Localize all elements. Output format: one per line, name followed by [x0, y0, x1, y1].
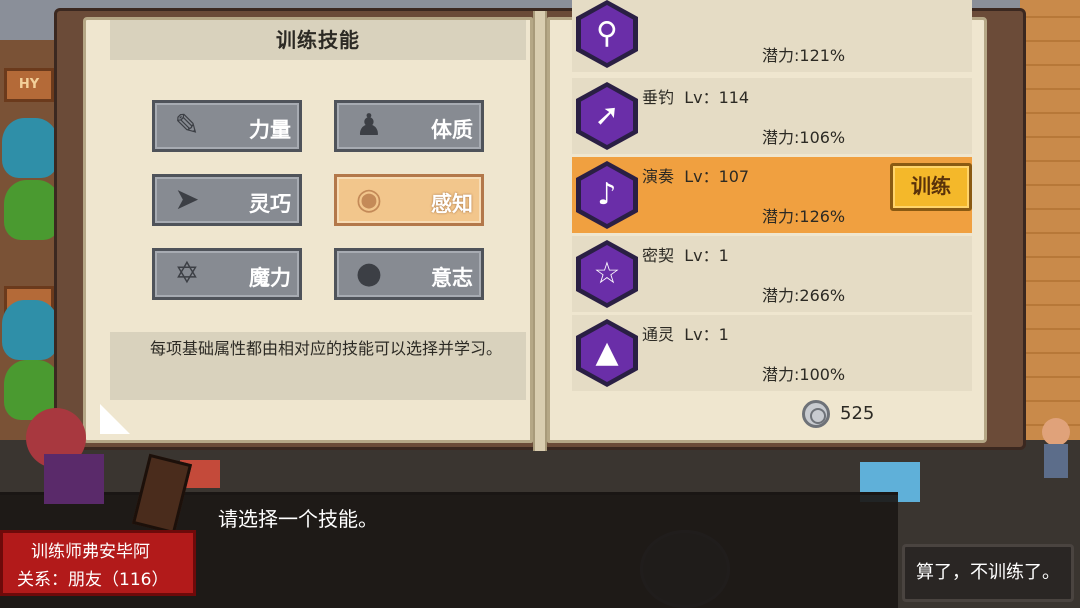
skill-row-fishing[interactable]: ➚ 垂钓 Lv：114 潜力:106% [572, 78, 972, 154]
eye-icon: ◉ [355, 182, 383, 217]
attr-button-will[interactable]: ● 意志 [334, 248, 484, 300]
skill-row[interactable]: ⚲ 潜力:121% [572, 0, 972, 72]
coin-icon [802, 400, 830, 428]
head-icon: ● [355, 256, 383, 291]
panel-title: 训练技能 [110, 20, 526, 60]
attr-button-perception[interactable]: ◉ 感知 [334, 174, 484, 226]
npc-name: 训练师弗安毕阿 [31, 542, 150, 562]
skill-name: 演奏 [642, 167, 675, 186]
panel-description: 每项基础属性都由相对应的技能可以选择并学习。 [110, 332, 526, 400]
dialog-text: 请选择一个技能。 [218, 507, 378, 531]
skill-potential: 潜力:266% [762, 286, 846, 305]
hexagram-icon: ✡ [174, 256, 200, 291]
skill-name-level: 垂钓 Lv：114 [642, 84, 749, 108]
skill-icon-frame: ▲ [576, 319, 638, 387]
panel-title-text: 训练技能 [276, 28, 360, 52]
music-note-icon: ♪ [581, 166, 633, 224]
skill-name: 通灵 [642, 325, 675, 344]
torso-icon: ♟ [355, 108, 383, 143]
attr-label: 灵巧 [249, 192, 291, 216]
cancel-training-button[interactable]: 算了，不训练了。 [902, 544, 1074, 602]
skill-potential: 潜力:100% [762, 365, 846, 384]
skill-name-level: 演奏 Lv：107 [642, 163, 749, 187]
skill-level: Lv：114 [684, 88, 750, 107]
skill-name-level: 通灵 Lv：1 [642, 321, 729, 345]
description-text: 每项基础属性都由相对应的技能可以选择并学习。 [150, 339, 503, 358]
fishing-rod-icon: ➚ [581, 87, 633, 145]
attr-button-constitution[interactable]: ♟ 体质 [334, 100, 484, 152]
npc-portrait [26, 408, 106, 504]
npc-name-plate: 训练师弗安毕阿 关系：朋友（116） [0, 530, 196, 596]
skill-level: Lv：1 [684, 246, 729, 265]
skill-icon-frame: ☆ [576, 240, 638, 308]
villager-body [1044, 444, 1068, 478]
villager-character [1036, 418, 1076, 480]
triforce-icon: ▲ [581, 324, 633, 382]
shop-sign: HY [4, 68, 54, 102]
skill-level: Lv：1 [684, 325, 729, 344]
skill-row-performance[interactable]: ♪ 演奏 Lv：107 潜力:126% 训练 [572, 157, 972, 233]
runner-icon: ➤ [174, 182, 200, 217]
tree-icon [2, 118, 58, 178]
skill-icon-frame: ➚ [576, 82, 638, 150]
skill-row-spiritualism[interactable]: ▲ 通灵 Lv：1 潜力:100% [572, 315, 972, 391]
attr-button-strength[interactable]: ✎ 力量 [152, 100, 302, 152]
skill-icon-frame: ♪ [576, 161, 638, 229]
currency-value: 525 [840, 403, 875, 424]
attr-button-magic[interactable]: ✡ 魔力 [152, 248, 302, 300]
skill-potential: 潜力:106% [762, 128, 846, 147]
npc-relation: 关系：朋友（116） [17, 570, 169, 590]
skill-icon-frame: ⚲ [576, 0, 638, 68]
skill-name: 垂钓 [642, 88, 675, 107]
villager-head [1042, 418, 1070, 446]
skill-potential: 潜力:126% [762, 207, 846, 226]
attr-button-dexterity[interactable]: ➤ 灵巧 [152, 174, 302, 226]
skill-row-mysticism[interactable]: ☆ 密契 Lv：1 潜力:266% [572, 236, 972, 312]
skill-name-level: 密契 Lv：1 [642, 242, 729, 266]
skill-potential: 潜力:121% [762, 46, 846, 65]
skill-level: Lv：107 [684, 167, 750, 186]
book-spine [533, 11, 547, 451]
attr-label: 力量 [249, 118, 291, 142]
attr-label: 感知 [431, 192, 473, 216]
pentagram-icon: ☆ [581, 245, 633, 303]
train-button[interactable]: 训练 [890, 163, 972, 211]
skill-name: 密契 [642, 246, 675, 265]
magnifier-icon: ⚲ [581, 5, 633, 63]
attr-label: 意志 [431, 266, 473, 290]
tree-icon [4, 180, 60, 240]
tree-icon [2, 300, 58, 360]
attr-label: 体质 [431, 118, 473, 142]
attr-label: 魔力 [249, 266, 291, 290]
arm-icon: ✎ [174, 108, 200, 143]
npc-robe [44, 454, 104, 504]
